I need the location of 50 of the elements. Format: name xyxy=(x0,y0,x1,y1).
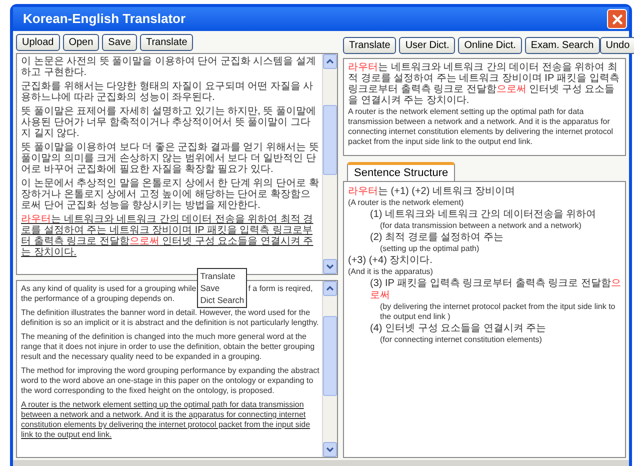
scroll-thumb[interactable] xyxy=(323,105,337,175)
toolbar-button[interactable]: Translate xyxy=(343,37,396,54)
sentence-structure-tab[interactable]: Sentence Structure xyxy=(347,162,456,181)
korean-sentence: 라우터는 네트워크와 네트워크 간의 데이터 전송을 위하여 최적 경로를 설정하여 주는 네트워크 장비이며 IP 패킷을 입력측 링크로부터 출력측 링크로 전달함으로써 인터넷 구성 요소들을 연결시켜 주는 장치이다. xyxy=(348,62,620,106)
english-clause: (by delivering the internet protocol packet from the itput side link to the output end link ) xyxy=(379,302,616,322)
korean-clause: (4) 인터넷 구성 요소들을 연결시켜 주는 xyxy=(369,323,548,335)
close-button[interactable] xyxy=(607,9,627,29)
toolbar-button[interactable]: Exam. Search xyxy=(524,37,600,54)
toolbar-button[interactable]: Open xyxy=(62,34,100,50)
scroll-up-button[interactable] xyxy=(323,54,337,69)
scroll-thumb[interactable] xyxy=(323,316,337,396)
paragraph: The method for improving the word grouping performance by expanding the abstract word to the word above an one-stage in this paper on the ontology or expanding to the word corresponding to the fixed height on the ontology, is proposed. xyxy=(21,366,320,396)
paragraph: 이 논문은 사전의 뜻 풀이말을 이용하여 단어 군집화 시스템을 설계하고 구현한다. xyxy=(21,56,318,78)
menu-item[interactable]: Dict Search xyxy=(200,294,244,306)
menu-item[interactable]: Translate xyxy=(200,270,244,282)
scrollbar[interactable] xyxy=(322,281,337,457)
paragraph: The meaning of the definition is changed into the much more general word at the range that it does not injure in order to use the definition, obtain the better grouping result and the necessary quality need to be expanded in a grouping. xyxy=(21,332,316,362)
undo-button[interactable]: Undo xyxy=(600,37,634,54)
korean-clause: (3) IP 패킷을 입력측 링크로부터 출력측 링크로 전달함으로써 xyxy=(369,278,621,302)
toolbar-button[interactable]: Translate xyxy=(140,34,194,50)
toolbar-button[interactable]: Upload xyxy=(16,34,60,50)
scroll-up-button[interactable] xyxy=(323,281,337,296)
paragraph: 뜻 풀이말은 표제어를 자세히 설명하고 있기는 하지만, 뜻 풀이말에 사용된 단어가 너무 함축적이거나 추상적이어서 뜻 풀이말이 그다지 길지 않다. xyxy=(21,106,318,139)
scroll-down-button[interactable] xyxy=(323,259,337,274)
scroll-down-button[interactable] xyxy=(323,442,337,457)
toolbar-button[interactable]: User Dict. xyxy=(399,37,456,54)
korean-clause: (2) 최적 경로를 설정하여 주는 xyxy=(369,232,504,244)
korean-clause: 라우터는 (+1) (+2) 네트워크 장비이며 xyxy=(348,186,516,198)
toolbar-button[interactable]: Save xyxy=(102,34,137,50)
korean-clause: (+3) (+4) 장치이다. xyxy=(348,255,434,267)
english-clause: (A router is the network element) xyxy=(348,198,465,208)
text-line: the performance of a grouping depends on. xyxy=(21,294,174,304)
paragraph: 뜻 풀이말을 이용하여 보다 더 좋은 군집화 결과를 얻기 위해서는 뜻 풀이말의 의미를 크게 손상하지 않는 범위에서 보다 더 일반적인 단어로 바꾸어 군집화에 필요한 자질을 확장할 필요가 있다. xyxy=(21,142,320,175)
english-clause: (for connecting internet constitution elements) xyxy=(379,335,543,345)
scrollbar[interactable] xyxy=(322,54,337,274)
english-clause: (And it is the apparatus) xyxy=(348,267,434,277)
paragraph: 이 논문에서 추상적인 말을 온톨로지 상에서 한 단계 위의 단어로 확장하거나 온톨로지 상에서 고정 높이에 해당하는 단어로 확장함으로써 단어 군집화 성능을 향상시키는 방법을 제안한다. xyxy=(21,178,320,211)
english-clause: (for data transmission between a network and a network) xyxy=(379,221,582,231)
english-sentence: A router is the network element setting up the optimal path for data transmission between a network and a network. And it is the apparatus for connecting internet constitution elements by delivering the internet protocol packet from the input side link to the output end link. xyxy=(348,107,614,147)
paragraph: The definition illustrates the banner word in detail. However, the word used for the definition is so an implicit or it is abstract and the definition is not particularly lengthy. xyxy=(21,308,320,328)
toolbar-button[interactable]: Online Dict. xyxy=(458,37,522,54)
text-line: f a form is reqired, xyxy=(248,284,313,294)
paragraph: A router is the network element setting up the optimal path for data transmission between a network and a network. And it is the apparatus for connecting internet constitution elements by delivering the internet protocol packet from the input side link to the output end link. xyxy=(21,400,312,440)
korean-clause: (1) 네트워크와 네트워크 간의 데이터전송을 위하여 xyxy=(369,209,598,221)
window-title: Korean-English Translator xyxy=(23,10,186,28)
paragraph: 군집화를 위해서는 다양한 형태의 자질이 요구되며 어떤 자질을 사용하느냐에 따라 군집화의 성능이 좌우된다. xyxy=(21,81,314,103)
menu-item[interactable]: Save xyxy=(200,282,244,294)
text-line: As any kind of quality is used for a grouping while xyxy=(21,284,196,294)
close-icon xyxy=(612,14,622,24)
english-clause: (setting up the optimal path) xyxy=(379,244,480,254)
